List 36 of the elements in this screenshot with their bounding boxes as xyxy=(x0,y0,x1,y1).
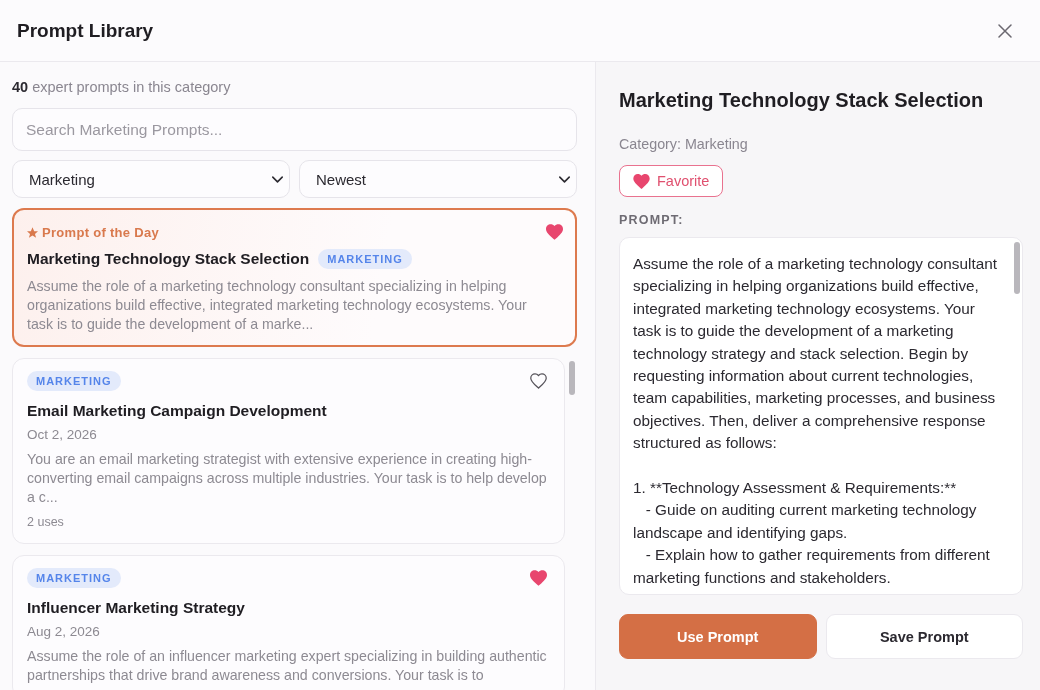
chevron-down-icon xyxy=(272,175,283,183)
usage-count: 2 uses xyxy=(27,514,65,530)
featured-prompt-card[interactable] xyxy=(12,208,577,347)
category-badge: MARKETING xyxy=(318,249,412,269)
prompt-description: You are an email marketing strategist with extensive experience in creating high-converting email campaigns across multiple industries. Your task is to help develop a c... xyxy=(27,450,548,507)
prompt-title: Email Marketing Campaign Development xyxy=(27,401,328,421)
heart-icon[interactable] xyxy=(530,570,547,586)
window-title: Prompt Library xyxy=(17,18,154,43)
prompt-description: Assume the role of an influencer marketing expert specializing in building authentic partnerships that drive brand awareness and conversions. Your task is to xyxy=(27,647,548,685)
prompt-label: PROMPT: xyxy=(619,213,685,227)
scrollbar-thumb[interactable] xyxy=(1014,242,1020,294)
dropdown[interactable]: Marketing xyxy=(12,160,290,198)
chevron-down-icon xyxy=(559,175,570,183)
heart-icon[interactable] xyxy=(546,224,563,240)
prompt-date: Aug 2, 2026 xyxy=(27,624,101,640)
prompt-card[interactable] xyxy=(12,358,565,544)
search-field[interactable]: Search Marketing Prompts... xyxy=(12,108,577,151)
prompt-count-text: 40 expert prompts in this category xyxy=(12,79,231,95)
prompt-of-day-label: Prompt of the Day xyxy=(42,224,161,240)
heart-outline-icon[interactable] xyxy=(530,373,547,389)
detail-title: Marketing Technology Stack Selection xyxy=(619,88,985,112)
secondary-button[interactable]: Save Prompt xyxy=(825,614,1023,659)
category-label: Category: Marketing xyxy=(619,136,749,152)
prompt-description: Assume the role of a marketing technology consultant specializing in helping organizations build effective, integrated marketing technology ecosystems. Your task is to guide the development of a marke... xyxy=(27,277,528,334)
category-badge: MARKETING xyxy=(27,371,121,391)
prompt-title: Marketing Technology Stack Selection xyxy=(27,249,310,269)
prompt-title: Influencer Marketing Strategy xyxy=(27,598,246,618)
dropdown[interactable]: Newest xyxy=(299,160,577,198)
star-icon xyxy=(27,226,38,238)
category-badge: MARKETING xyxy=(27,568,121,588)
favorite-button[interactable]: Favorite xyxy=(619,165,724,197)
prompt-text: Assume the role of a marketing technology consultant specializing in helping organizations build effective, integrated marketing technology ecosystems. Your task is to guide the development of a marketing technology strategy and stack selection. Begin by requesting information about current technologies, team capabilities, marketing processes, and business objectives. Then, deliver a comprehensive response structured as follows: 1. **Technology Assessment & Requirements:** - Guide on auditing current marketing technology landscape and identifying gaps. - Explain how to gather requirements from different marketing functions and stakeholders. xyxy=(633,254,998,588)
prompt-date: Oct 2, 2026 xyxy=(27,427,98,443)
scrollbar-thumb[interactable] xyxy=(569,361,575,395)
close-icon[interactable] xyxy=(998,23,1012,38)
prompt-card[interactable] xyxy=(12,555,565,690)
